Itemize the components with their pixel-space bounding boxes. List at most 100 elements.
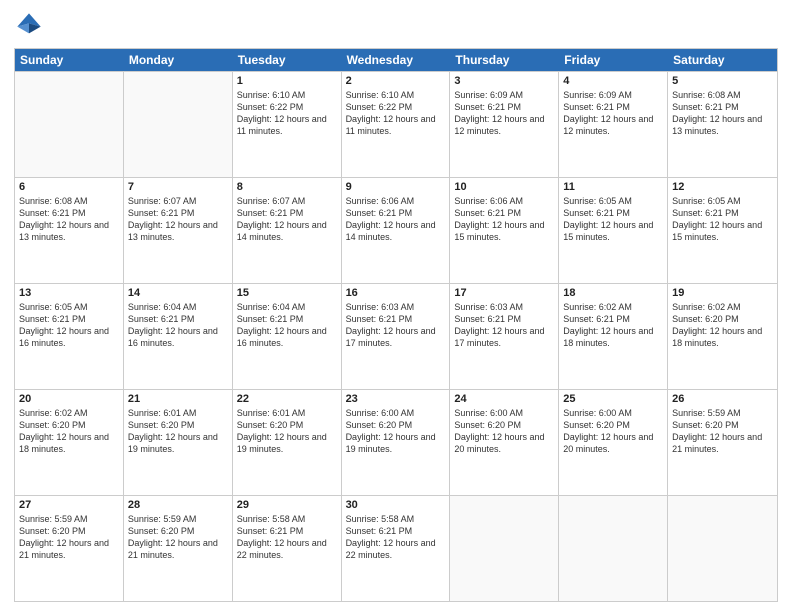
header-day-tuesday: Tuesday xyxy=(233,49,342,71)
calendar-week-5: 27 Sunrise: 5:59 AM Sunset: 6:20 PM Dayli… xyxy=(15,495,777,601)
calendar-cell xyxy=(668,496,777,601)
calendar-cell: 12 Sunrise: 6:05 AM Sunset: 6:21 PM Dayli… xyxy=(668,178,777,283)
day-number: 22 xyxy=(237,393,337,405)
header-day-thursday: Thursday xyxy=(450,49,559,71)
calendar-cell: 6 Sunrise: 6:08 AM Sunset: 6:21 PM Daylig… xyxy=(15,178,124,283)
day-number: 27 xyxy=(19,499,119,511)
day-info: Sunrise: 5:58 AM Sunset: 6:21 PM Dayligh… xyxy=(237,513,337,562)
day-number: 28 xyxy=(128,499,228,511)
calendar-cell: 4 Sunrise: 6:09 AM Sunset: 6:21 PM Daylig… xyxy=(559,72,668,177)
day-number: 17 xyxy=(454,287,554,299)
day-number: 29 xyxy=(237,499,337,511)
calendar-cell: 27 Sunrise: 5:59 AM Sunset: 6:20 PM Dayli… xyxy=(15,496,124,601)
day-number: 26 xyxy=(672,393,773,405)
calendar-cell xyxy=(124,72,233,177)
day-info: Sunrise: 6:01 AM Sunset: 6:20 PM Dayligh… xyxy=(128,407,228,456)
day-info: Sunrise: 5:59 AM Sunset: 6:20 PM Dayligh… xyxy=(19,513,119,562)
calendar-cell: 23Sunrise: 6:00 AM Sunset: 6:20 PM Dayli… xyxy=(342,390,451,495)
calendar-body: 1 Sunrise: 6:10 AM Sunset: 6:22 PM Daylig… xyxy=(15,71,777,601)
day-number: 9 xyxy=(346,181,446,193)
day-number: 21 xyxy=(128,393,228,405)
day-info: Sunrise: 6:01 AM Sunset: 6:20 PM Dayligh… xyxy=(237,407,337,456)
day-info: Sunrise: 5:59 AM Sunset: 6:20 PM Dayligh… xyxy=(128,513,228,562)
day-number: 1 xyxy=(237,75,337,87)
day-number: 10 xyxy=(454,181,554,193)
calendar-cell: 8 Sunrise: 6:07 AM Sunset: 6:21 PM Daylig… xyxy=(233,178,342,283)
header-day-sunday: Sunday xyxy=(15,49,124,71)
calendar-cell: 22 Sunrise: 6:01 AM Sunset: 6:20 PM Dayli… xyxy=(233,390,342,495)
calendar-cell: 5 Sunrise: 6:08 AM Sunset: 6:21 PM Daylig… xyxy=(668,72,777,177)
calendar-cell xyxy=(450,496,559,601)
day-info: Sunrise: 6:05 AM Sunset: 6:21 PM Dayligh… xyxy=(563,195,663,244)
day-info: Sunrise: 6:10 AM Sunset: 6:22 PM Dayligh… xyxy=(346,89,446,138)
calendar-cell: 1 Sunrise: 6:10 AM Sunset: 6:22 PM Daylig… xyxy=(233,72,342,177)
calendar-cell: 9 Sunrise: 6:06 AM Sunset: 6:21 PM Daylig… xyxy=(342,178,451,283)
day-info: Sunrise: 6:06 AM Sunset: 6:21 PM Dayligh… xyxy=(346,195,446,244)
calendar-cell: 21 Sunrise: 6:01 AM Sunset: 6:20 PM Dayli… xyxy=(124,390,233,495)
day-info: Sunrise: 6:00 AM Sunset: 6:20 PM Dayligh… xyxy=(563,407,663,456)
day-info: Sunrise: 6:10 AM Sunset: 6:22 PM Dayligh… xyxy=(237,89,337,138)
calendar-cell: 7Sunrise: 6:07 AM Sunset: 6:21 PM Daylig… xyxy=(124,178,233,283)
day-info: Sunrise: 6:03 AM Sunset: 6:21 PM Dayligh… xyxy=(346,301,446,350)
calendar-cell: 2Sunrise: 6:10 AM Sunset: 6:22 PM Daylig… xyxy=(342,72,451,177)
calendar-week-4: 20 Sunrise: 6:02 AM Sunset: 6:20 PM Dayli… xyxy=(15,389,777,495)
day-number: 30 xyxy=(346,499,446,511)
calendar-week-1: 1 Sunrise: 6:10 AM Sunset: 6:22 PM Daylig… xyxy=(15,71,777,177)
day-number: 19 xyxy=(672,287,773,299)
calendar-cell: 10 Sunrise: 6:06 AM Sunset: 6:21 PM Dayli… xyxy=(450,178,559,283)
day-number: 14 xyxy=(128,287,228,299)
calendar-cell: 29 Sunrise: 5:58 AM Sunset: 6:21 PM Dayli… xyxy=(233,496,342,601)
day-number: 18 xyxy=(563,287,663,299)
calendar-cell: 14 Sunrise: 6:04 AM Sunset: 6:21 PM Dayli… xyxy=(124,284,233,389)
calendar-cell: 15Sunrise: 6:04 AM Sunset: 6:21 PM Dayli… xyxy=(233,284,342,389)
calendar-cell xyxy=(559,496,668,601)
header-day-wednesday: Wednesday xyxy=(342,49,451,71)
day-info: Sunrise: 6:07 AM Sunset: 6:21 PM Dayligh… xyxy=(237,195,337,244)
header-day-monday: Monday xyxy=(124,49,233,71)
calendar-cell: 13 Sunrise: 6:05 AM Sunset: 6:21 PM Dayli… xyxy=(15,284,124,389)
calendar: SundayMondayTuesdayWednesdayThursdayFrid… xyxy=(14,48,778,602)
calendar-cell: 3 Sunrise: 6:09 AM Sunset: 6:21 PM Daylig… xyxy=(450,72,559,177)
calendar-cell: 17Sunrise: 6:03 AM Sunset: 6:21 PM Dayli… xyxy=(450,284,559,389)
calendar-cell xyxy=(15,72,124,177)
day-number: 8 xyxy=(237,181,337,193)
day-info: Sunrise: 6:08 AM Sunset: 6:21 PM Dayligh… xyxy=(19,195,119,244)
day-info: Sunrise: 6:00 AM Sunset: 6:20 PM Dayligh… xyxy=(454,407,554,456)
calendar-cell: 25 Sunrise: 6:00 AM Sunset: 6:20 PM Dayli… xyxy=(559,390,668,495)
calendar-cell: 16 Sunrise: 6:03 AM Sunset: 6:21 PM Dayli… xyxy=(342,284,451,389)
day-info: Sunrise: 6:06 AM Sunset: 6:21 PM Dayligh… xyxy=(454,195,554,244)
day-info: Sunrise: 6:04 AM Sunset: 6:21 PM Dayligh… xyxy=(128,301,228,350)
calendar-cell: 24Sunrise: 6:00 AM Sunset: 6:20 PM Dayli… xyxy=(450,390,559,495)
calendar-cell: 26 Sunrise: 5:59 AM Sunset: 6:20 PM Dayli… xyxy=(668,390,777,495)
header xyxy=(14,10,778,40)
day-info: Sunrise: 6:05 AM Sunset: 6:21 PM Dayligh… xyxy=(19,301,119,350)
calendar-cell: 28 Sunrise: 5:59 AM Sunset: 6:20 PM Dayli… xyxy=(124,496,233,601)
day-number: 5 xyxy=(672,75,773,87)
calendar-cell: 20 Sunrise: 6:02 AM Sunset: 6:20 PM Dayli… xyxy=(15,390,124,495)
day-number: 16 xyxy=(346,287,446,299)
calendar-cell: 19 Sunrise: 6:02 AM Sunset: 6:20 PM Dayli… xyxy=(668,284,777,389)
day-info: Sunrise: 5:59 AM Sunset: 6:20 PM Dayligh… xyxy=(672,407,773,456)
header-day-saturday: Saturday xyxy=(668,49,777,71)
day-number: 12 xyxy=(672,181,773,193)
day-number: 25 xyxy=(563,393,663,405)
day-number: 11 xyxy=(563,181,663,193)
calendar-cell: 11 Sunrise: 6:05 AM Sunset: 6:21 PM Dayli… xyxy=(559,178,668,283)
logo xyxy=(14,10,48,40)
day-info: Sunrise: 6:05 AM Sunset: 6:21 PM Dayligh… xyxy=(672,195,773,244)
day-info: Sunrise: 6:09 AM Sunset: 6:21 PM Dayligh… xyxy=(454,89,554,138)
day-number: 6 xyxy=(19,181,119,193)
calendar-header: SundayMondayTuesdayWednesdayThursdayFrid… xyxy=(15,49,777,71)
day-number: 4 xyxy=(563,75,663,87)
day-number: 7 xyxy=(128,181,228,193)
calendar-week-3: 13 Sunrise: 6:05 AM Sunset: 6:21 PM Dayli… xyxy=(15,283,777,389)
day-info: Sunrise: 6:02 AM Sunset: 6:20 PM Dayligh… xyxy=(672,301,773,350)
day-info: Sunrise: 6:02 AM Sunset: 6:20 PM Dayligh… xyxy=(19,407,119,456)
day-number: 3 xyxy=(454,75,554,87)
day-info: Sunrise: 6:09 AM Sunset: 6:21 PM Dayligh… xyxy=(563,89,663,138)
day-info: Sunrise: 6:00 AM Sunset: 6:20 PM Dayligh… xyxy=(346,407,446,456)
day-number: 13 xyxy=(19,287,119,299)
day-info: Sunrise: 6:02 AM Sunset: 6:21 PM Dayligh… xyxy=(563,301,663,350)
day-info: Sunrise: 6:08 AM Sunset: 6:21 PM Dayligh… xyxy=(672,89,773,138)
day-number: 20 xyxy=(19,393,119,405)
